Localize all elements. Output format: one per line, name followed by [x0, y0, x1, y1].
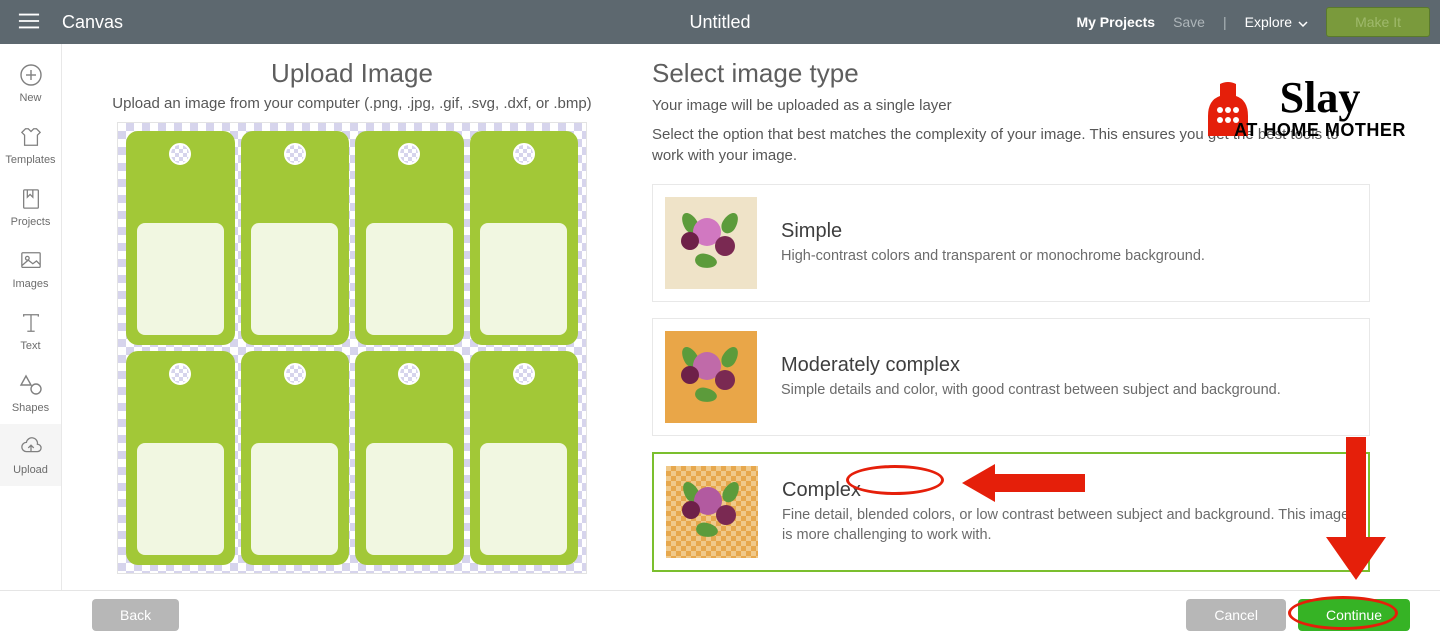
option-title: Simple — [781, 220, 1205, 243]
save-link[interactable]: Save — [1173, 14, 1205, 30]
left-sidebar: New Templates Projects Images Text Shape… — [0, 44, 62, 590]
option-thumb-simple — [665, 197, 757, 289]
flower-icon — [682, 487, 742, 537]
topbar-divider: | — [1223, 14, 1227, 30]
sidebar-item-label: Upload — [13, 464, 48, 476]
make-it-button[interactable]: Make It — [1326, 7, 1430, 37]
sidebar-item-shapes[interactable]: Shapes — [0, 362, 61, 424]
preview-tag — [126, 351, 235, 565]
select-sub-line1: Your image will be uploaded as a single … — [652, 97, 1370, 114]
preview-tag — [241, 351, 350, 565]
sidebar-item-label: Templates — [5, 154, 55, 166]
sidebar-item-templates[interactable]: Templates — [0, 114, 61, 176]
plus-circle-icon — [18, 62, 44, 88]
preview-tag — [355, 351, 464, 565]
image-icon — [18, 248, 44, 274]
menu-button[interactable] — [10, 3, 48, 41]
option-desc: High-contrast colors and transparent or … — [781, 247, 1205, 267]
upload-heading: Upload Image — [92, 58, 612, 89]
sidebar-item-label: New — [19, 92, 41, 104]
hamburger-icon — [18, 12, 40, 33]
sidebar-item-text[interactable]: Text — [0, 300, 61, 362]
preview-tag — [241, 131, 350, 345]
sidebar-item-upload[interactable]: Upload — [0, 424, 61, 486]
preview-tag — [470, 351, 579, 565]
option-simple[interactable]: Simple High-contrast colors and transpar… — [652, 184, 1370, 302]
sidebar-item-projects[interactable]: Projects — [0, 176, 61, 238]
option-thumb-complex — [666, 466, 758, 558]
option-desc: Simple details and color, with good cont… — [781, 381, 1281, 401]
upload-image-panel: Upload Image Upload an image from your c… — [92, 58, 612, 590]
select-image-type-panel: Select image type Your image will be upl… — [652, 58, 1410, 590]
back-button[interactable]: Back — [92, 599, 179, 631]
make-it-label: Make It — [1355, 14, 1401, 30]
sidebar-item-label: Images — [12, 278, 48, 290]
flower-icon — [681, 218, 741, 268]
bottom-bar: Back Cancel Continue — [0, 590, 1440, 638]
preview-tag — [126, 131, 235, 345]
sidebar-item-new[interactable]: New — [0, 52, 61, 114]
option-complex[interactable]: Complex Fine detail, blended colors, or … — [652, 452, 1370, 572]
option-moderate[interactable]: Moderately complex Simple details and co… — [652, 318, 1370, 436]
option-title: Complex — [782, 479, 1356, 502]
image-preview — [117, 122, 587, 574]
upload-hint: Upload an image from your computer (.png… — [92, 95, 612, 112]
shapes-icon — [18, 372, 44, 398]
flower-icon — [681, 352, 741, 402]
my-projects-link[interactable]: My Projects — [1076, 14, 1155, 30]
explore-dropdown[interactable]: Explore — [1245, 14, 1308, 30]
preview-tag — [470, 131, 579, 345]
sidebar-item-label: Shapes — [12, 402, 49, 414]
option-title: Moderately complex — [781, 354, 1281, 377]
sidebar-item-label: Projects — [11, 216, 51, 228]
explore-label: Explore — [1245, 14, 1292, 30]
chevron-down-icon — [1298, 14, 1308, 30]
text-icon — [18, 310, 44, 336]
cancel-button[interactable]: Cancel — [1186, 599, 1286, 631]
continue-button[interactable]: Continue — [1298, 599, 1410, 631]
select-heading: Select image type — [652, 58, 1370, 89]
select-sub-line2: Select the option that best matches the … — [652, 124, 1370, 166]
sidebar-item-label: Text — [20, 340, 40, 352]
option-desc: Fine detail, blended colors, or low cont… — [782, 506, 1356, 545]
canvas-label[interactable]: Canvas — [62, 12, 123, 33]
preview-tag — [355, 131, 464, 345]
sidebar-item-images[interactable]: Images — [0, 238, 61, 300]
top-bar: Canvas Untitled My Projects Save | Explo… — [0, 0, 1440, 44]
document-title[interactable]: Untitled — [689, 12, 750, 33]
upload-cloud-icon — [18, 434, 44, 460]
option-thumb-moderate — [665, 331, 757, 423]
bookmark-page-icon — [18, 186, 44, 212]
shirt-icon — [18, 124, 44, 150]
